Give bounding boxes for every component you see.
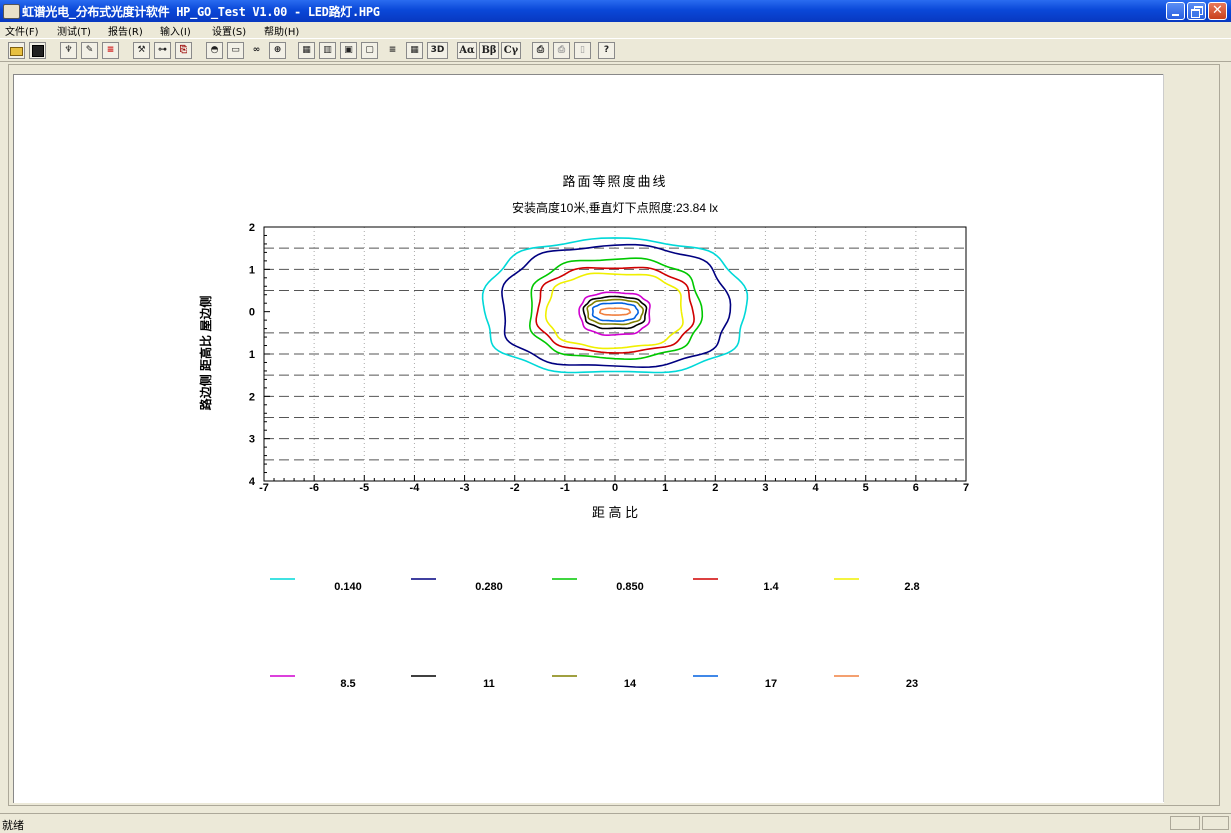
x-tick-label: -2	[510, 482, 520, 494]
x-tick-label: 6	[913, 482, 919, 494]
y-tick-label: 2	[249, 391, 255, 403]
y-tick-label: 4	[249, 476, 256, 488]
chart-subtitle: 安装高度10米,垂直灯下点照度:23.84 lx	[512, 200, 718, 215]
x-tick-label: 1	[662, 482, 668, 494]
legend-label-0.280: 0.280	[475, 581, 503, 593]
x-tick-label: 7	[963, 482, 969, 494]
x-tick-label: 0	[612, 482, 618, 494]
legend-label-1.4: 1.4	[763, 581, 779, 593]
status-bar: 就绪	[0, 813, 1231, 832]
x-tick-label: -1	[560, 482, 570, 494]
chart-grid	[264, 227, 966, 481]
x-tick-label: 4	[813, 482, 820, 494]
x-tick-label: 5	[863, 482, 869, 494]
x-tick-label: -5	[359, 482, 369, 494]
y-axis-label: 路边侧 距高比 屋边侧	[198, 296, 213, 411]
x-tick-label: 3	[762, 482, 768, 494]
legend-label-14: 14	[624, 678, 637, 690]
status-pane-2	[1202, 816, 1229, 830]
x-tick-label: 2	[712, 482, 718, 494]
legend-label-23: 23	[906, 678, 918, 690]
isolux-chart: 路面等照度曲线 安装高度10米,垂直灯下点照度:23.84 lx 距 高 比 路…	[198, 174, 969, 690]
y-tick-label: 1	[249, 264, 255, 276]
contour-2.8	[544, 272, 684, 350]
legend-label-8.5: 8.5	[340, 678, 355, 690]
contour-lines	[481, 237, 749, 374]
y-tick-label: 3	[249, 434, 255, 446]
contour-1.4	[535, 266, 695, 354]
legend-label-2.8: 2.8	[904, 581, 919, 593]
y-tick-label: 1	[249, 349, 255, 361]
status-pane-1	[1170, 816, 1200, 830]
x-tick-label: -7	[259, 482, 269, 494]
legend-label-0.850: 0.850	[616, 581, 644, 593]
y-tick-label: 2	[249, 222, 255, 234]
chart-legend: 0.140 0.280 0.850 1.4 2.8 8.5 11 14 17 23	[270, 578, 920, 690]
chart-title: 路面等照度曲线	[562, 174, 667, 189]
legend-label-11: 11	[483, 678, 495, 690]
x-tick-label: -6	[309, 482, 319, 494]
legend-label-0.140: 0.140	[334, 581, 362, 593]
x-axis-label: 距 高 比	[592, 505, 638, 520]
x-tick-label: -3	[460, 482, 470, 494]
y-tick-label: 0	[249, 307, 255, 319]
legend-label-17: 17	[765, 678, 777, 690]
x-tick-label: -4	[410, 482, 421, 494]
